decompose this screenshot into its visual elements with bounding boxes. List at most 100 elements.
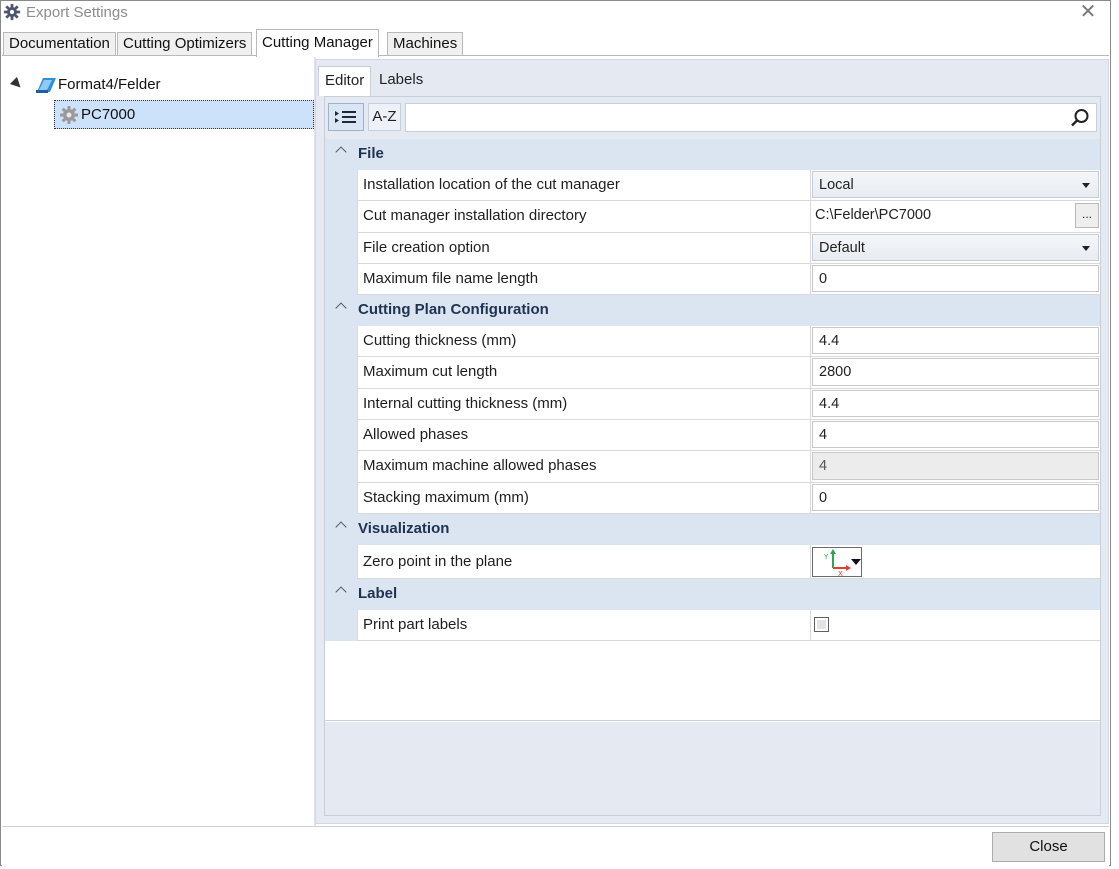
machine-tree: Format4/Felder PC7000	[2, 56, 314, 826]
property-value-cell: 0	[810, 263, 1100, 296]
readonly-field: 4	[812, 452, 1099, 480]
property-name: Internal cutting thickness (mm)	[357, 388, 810, 421]
category-header: File	[325, 139, 1100, 170]
property-name: Print part labels	[357, 609, 810, 642]
row-gutter	[325, 170, 357, 202]
zero-point-selector[interactable]: YX	[812, 546, 862, 578]
property-value-cell: C:\Felder\PC7000...	[810, 201, 1100, 233]
property-grid: A-Z File Installation location of the cut…	[325, 97, 1100, 721]
properties-pane: Editor Labels A-Z File Installation loca…	[315, 59, 1109, 824]
property-name: Cut manager installation directory	[357, 201, 810, 233]
property-row: Maximum machine allowed phases 4	[325, 451, 1100, 483]
row-gutter	[325, 263, 357, 296]
collapse-chevron-icon[interactable]	[335, 521, 347, 533]
row-gutter	[325, 420, 357, 452]
alphabetical-view-button[interactable]: A-Z	[368, 103, 401, 131]
property-row: Maximum file name length 0	[325, 263, 1100, 296]
text-field[interactable]: 0	[812, 264, 1099, 293]
axis-origin-icon: YX	[823, 548, 861, 578]
property-row: File creation option Default	[325, 232, 1100, 264]
property-row: Cut manager installation directory C:\Fel…	[325, 201, 1100, 233]
row-gutter	[325, 609, 357, 642]
tree-node-label: PC7000	[81, 106, 136, 123]
property-value-cell: 2800	[810, 357, 1100, 389]
collapse-chevron-icon[interactable]	[335, 146, 347, 158]
print-labels-checkbox[interactable]	[814, 616, 829, 632]
tab-cutting-manager[interactable]: Cutting Manager	[256, 29, 379, 57]
property-value-cell: 4	[810, 451, 1100, 483]
property-row: Zero point in the plane Y X	[325, 544, 1100, 579]
text-field[interactable]: 4.4	[812, 389, 1099, 418]
dropdown-arrow-icon	[1082, 183, 1090, 188]
property-name: Zero point in the plane	[357, 544, 810, 579]
property-name: Cutting thickness (mm)	[357, 326, 810, 358]
description-area	[325, 722, 1100, 815]
close-button[interactable]: Close	[992, 832, 1105, 862]
collapse-chevron-icon[interactable]	[335, 302, 347, 314]
browse-button[interactable]: ...	[1075, 203, 1099, 229]
property-name: Installation location of the cut manager	[357, 170, 810, 202]
property-name: Maximum file name length	[357, 263, 810, 296]
text-field[interactable]: 2800	[812, 358, 1099, 386]
property-row: Cutting thickness (mm) 4.4	[325, 326, 1100, 358]
directory-field[interactable]: C:\Felder\PC7000	[812, 202, 1073, 230]
main-tab-content: Format4/Felder PC7000 Editor Labels A-Z …	[2, 55, 1109, 826]
property-name: Maximum machine allowed phases	[357, 451, 810, 483]
tree-node-pc7000[interactable]: PC7000	[54, 100, 314, 129]
dropdown-arrow-icon	[1082, 245, 1090, 251]
row-gutter	[325, 232, 357, 264]
property-row: Stacking maximum (mm) 0	[325, 482, 1100, 514]
categorized-view-button[interactable]	[328, 103, 364, 131]
tab-machines[interactable]: Machines	[387, 32, 464, 56]
tab-cutting-optimizers[interactable]: Cutting Optimizers	[117, 32, 253, 56]
tree-expander-icon[interactable]	[9, 76, 25, 92]
tab-documentation[interactable]: Documentation	[3, 32, 116, 56]
search-icon[interactable]	[1070, 108, 1090, 128]
tab-labels[interactable]: Labels	[373, 66, 429, 96]
property-value-cell: Local	[810, 170, 1100, 202]
window-close-icon[interactable]: ✕	[1078, 2, 1098, 23]
property-value-cell: 0	[810, 482, 1100, 514]
gear-icon	[60, 106, 78, 124]
category-header: Visualization	[325, 513, 1100, 545]
category-label: Visualization	[358, 519, 450, 537]
property-row: Allowed phases 4	[325, 420, 1100, 452]
row-gutter	[325, 482, 357, 514]
property-value-cell	[810, 609, 1100, 642]
property-value-cell: 4.4	[810, 388, 1100, 421]
property-row: Maximum cut length 2800	[325, 357, 1100, 389]
text-field[interactable]: 4	[812, 421, 1099, 449]
category-label: File	[358, 145, 384, 162]
property-value-cell: YX	[810, 544, 1100, 579]
row-gutter	[325, 357, 357, 389]
folder-brand-icon	[36, 78, 56, 93]
property-row: Installation location of the cut manager…	[325, 170, 1100, 202]
axis-x-letter: X	[838, 570, 843, 576]
row-gutter	[325, 544, 357, 579]
dropdown-value: Default	[819, 239, 865, 256]
row-gutter	[325, 326, 357, 358]
property-dropdown[interactable]: Default	[812, 233, 1099, 261]
category-header: Label	[325, 578, 1100, 610]
dialog-footer: Close	[2, 826, 1109, 866]
property-row: Internal cutting thickness (mm) 4.4	[325, 388, 1100, 421]
tree-node-label: Format4/Felder	[58, 76, 161, 93]
axis-y-letter: Y	[823, 553, 829, 561]
property-dropdown[interactable]: Local	[812, 171, 1099, 199]
row-gutter	[325, 451, 357, 483]
category-header: Cutting Plan Configuration	[325, 295, 1100, 327]
text-field[interactable]: 4.4	[812, 327, 1099, 355]
property-value-cell: 4	[810, 420, 1100, 452]
property-grid-rows: File Installation location of the cut man…	[325, 139, 1100, 642]
collapse-chevron-icon[interactable]	[335, 586, 347, 598]
property-name: File creation option	[357, 232, 810, 264]
text-field[interactable]: 0	[812, 483, 1099, 511]
row-gutter	[325, 388, 357, 421]
property-row: Print part labels	[325, 609, 1100, 642]
property-value-cell: 4.4	[810, 326, 1100, 358]
title-bar: Export Settings ✕	[1, 1, 1110, 27]
search-input[interactable]	[405, 103, 1097, 132]
property-toolbar: A-Z	[325, 97, 1100, 139]
property-name: Allowed phases	[357, 420, 810, 452]
tab-editor[interactable]: Editor	[318, 66, 372, 96]
